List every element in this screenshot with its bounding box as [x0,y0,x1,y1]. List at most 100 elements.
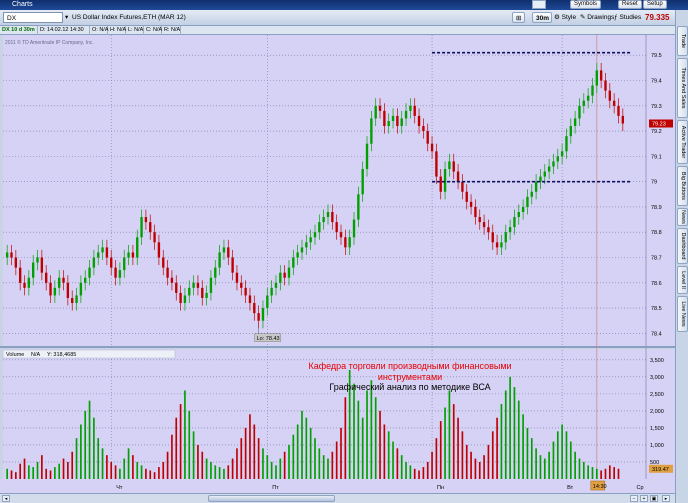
window-minimize-box[interactable] [532,0,546,9]
price-tick-label: 78.5 [651,306,662,312]
symbols-button[interactable]: Symbols [570,0,602,9]
candle-body [326,211,330,218]
side-tab[interactable]: Live News [677,296,688,332]
candle-body [383,110,386,127]
candle-body [92,257,96,268]
candle-body [157,242,161,258]
zoom-in-icon[interactable]: + [640,495,648,502]
candle-body [443,169,447,192]
side-tab[interactable]: News [677,208,688,226]
time-axis-label: Ср [636,485,643,491]
candle-body [534,181,538,192]
link-icon[interactable]: ⊞ [512,12,525,23]
candle-body [183,295,187,304]
symbol-input[interactable]: DX [3,12,63,23]
candle-body [474,206,477,218]
candle-body [322,217,325,223]
time-axis-bg [0,479,675,493]
horizontal-scrollbar[interactable]: ◂ − + ▣ ▸ [0,493,675,503]
candle-body [331,211,334,223]
candle-body [578,105,581,119]
candle-body [604,80,607,91]
candle-body [287,267,291,278]
candle-body [170,277,174,283]
candle-body [123,257,126,271]
candle-body [591,85,594,96]
style-button[interactable]: ⚙ Style [554,12,576,23]
candle-body [318,222,321,233]
drawings-label: Drawings [587,14,615,21]
candle-body [110,257,113,268]
side-tab[interactable]: Times And Sales [677,58,688,118]
chart-toolbar: DX ▾ US Dollar Index Futures,ETH (MAR 12… [0,10,675,26]
candle-body [469,201,473,207]
candle-body [430,143,434,152]
price-tick-label: 79.3 [651,104,662,110]
symbol-dropdown-icon[interactable]: ▾ [65,12,68,23]
studies-button[interactable]: ƒ Studies [614,12,641,23]
candle-body [97,252,100,258]
candle-body [435,151,438,177]
candle-body [409,105,412,111]
candle-body [153,232,156,243]
candle-body [417,115,421,127]
side-tab[interactable]: Active Trader [677,120,688,164]
candle-body [556,156,559,162]
volume-tick-label: 2,500 [650,392,664,398]
candle-body [214,267,217,278]
candle-body [391,115,395,121]
volume-value-label: N/A [31,352,41,358]
candle-body [487,227,490,233]
setup-button[interactable]: Setup [643,0,667,9]
price-panel-bg [3,35,646,346]
close-value: C: N/A [146,26,163,35]
side-tab-label: Live News [679,301,686,327]
candle-body [348,237,351,248]
side-tab[interactable]: Big Buttons [677,166,688,206]
candle-body [244,287,247,296]
zoom-fit-icon[interactable]: ▣ [650,495,658,502]
side-tab-label: Active Trader [679,125,686,159]
side-tab[interactable]: Dashboard [677,228,688,264]
candle-body [40,257,44,273]
reset-button[interactable]: Reset [618,0,642,9]
candle-body [136,237,139,258]
candle-body [118,270,122,278]
candle-body [101,247,104,253]
volume-tick-label: 3,500 [650,358,664,364]
candle-body [253,303,256,314]
candle-body [521,206,525,212]
window-title: Charts [12,1,33,8]
drawings-button[interactable]: ✎ Drawings [580,12,614,23]
scroll-thumb[interactable] [208,495,335,502]
time-axis-label: Пн [437,485,444,491]
candle-body [62,277,65,283]
price-volume-chart[interactable]: 2011 © TD Ameritrade IP Company, Inc. 78.… [0,35,675,493]
candle-body [582,100,585,106]
symbol-input-value: DX [7,15,17,22]
overlay-line-3: Графический анализ по методике ВСА [329,382,491,392]
scroll-left-icon[interactable]: ◂ [2,495,10,502]
candle-body [335,222,338,233]
timeframe-button[interactable]: 30m [532,12,552,23]
zoom-out-icon[interactable]: − [630,495,638,502]
candle-body [175,282,178,293]
candle-body [127,252,130,258]
candle-body [426,131,429,144]
candle-body [114,267,117,278]
candle-body [131,252,135,258]
side-tab[interactable]: Level II [677,266,688,294]
side-tab-label: Big Buttons [679,171,686,201]
candle-body [179,292,182,304]
price-tick-label: 79 [651,180,657,186]
chart-area[interactable]: 2011 © TD Ameritrade IP Company, Inc. 78.… [0,35,675,503]
side-tab[interactable]: Trade [677,26,688,56]
candle-body [149,222,152,233]
candle-body [482,222,486,228]
candle-body [357,194,360,220]
scroll-right-icon[interactable]: ▸ [662,495,670,502]
candle-body [66,282,70,298]
candle-body [500,242,503,248]
candle-body [235,272,239,283]
bar-date: D: 14.02.12 14:30 [38,26,90,35]
